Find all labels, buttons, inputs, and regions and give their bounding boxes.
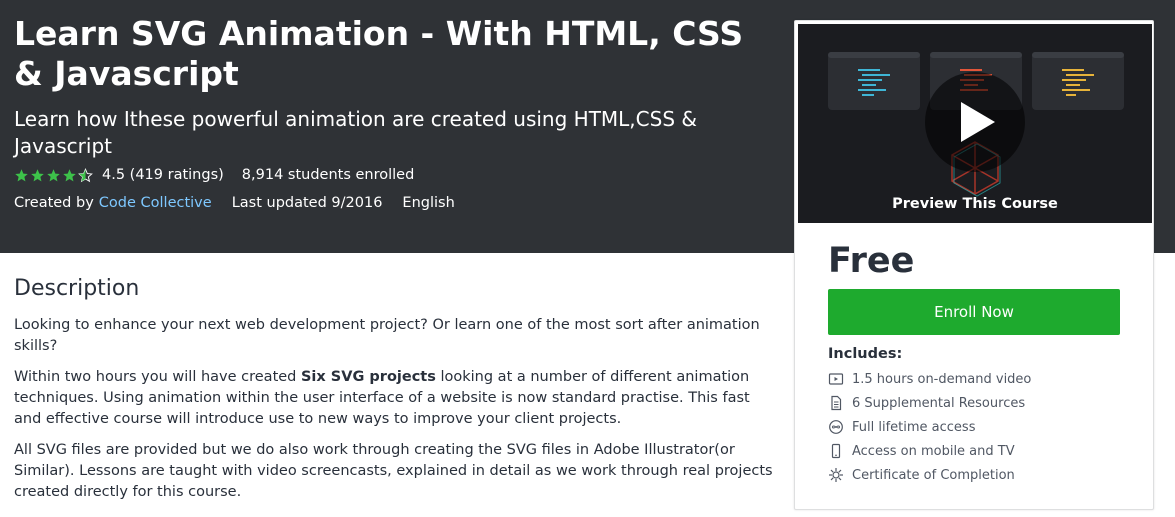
enroll-button[interactable]: Enroll Now [828, 289, 1120, 335]
rating-stars [14, 167, 94, 183]
purchase-card: Preview This Course Free Enroll Now Incl… [794, 20, 1154, 510]
course-price: Free [828, 241, 915, 281]
course-subtitle: Learn how Ithese powerful animation are … [14, 107, 697, 158]
course-preview[interactable]: Preview This Course [798, 24, 1152, 223]
course-language: English [402, 195, 455, 211]
star-icon [15, 168, 28, 181]
students-enrolled: 8,914 students enrolled [241, 167, 415, 183]
include-label: 1.5 hours on-demand video [852, 371, 1032, 387]
course-title: Learn SVG Animation - With HTML, CSS & J… [14, 14, 744, 93]
star-icon [47, 168, 60, 181]
include-label: Access on mobile and TV [852, 443, 1015, 459]
preview-label[interactable]: Preview This Course [798, 196, 1152, 212]
description-bold-text: Six SVG projects [300, 369, 436, 385]
rating-row: 4.5 (419 ratings) 8,914 students enrolle… [14, 165, 414, 185]
star-half-icon [78, 167, 93, 182]
rating-value: 4.5 (419 ratings) [102, 167, 224, 183]
description-paragraph: Looking to enhance your next web develop… [14, 317, 760, 354]
list-item: Certificate of Completion [828, 463, 1031, 487]
infinity-icon [829, 420, 843, 434]
list-item: 1.5 hours on-demand video [828, 367, 1031, 391]
description-paragraph: Within two hours you will have created S… [14, 367, 774, 430]
file-icon [831, 395, 842, 411]
certificate-icon [829, 468, 843, 482]
star-icon [31, 168, 44, 181]
preview-thumbnail [828, 52, 1124, 197]
includes-title: Includes: [828, 346, 903, 362]
description-paragraph: All SVG files are provided but we do als… [14, 442, 773, 500]
list-item: 6 Supplemental Resources [828, 391, 1031, 415]
mobile-icon [831, 443, 841, 459]
author-link[interactable]: Code Collective [99, 195, 212, 211]
star-icon [63, 168, 76, 181]
includes-list: 1.5 hours on-demand video 6 Supplemental… [828, 367, 1031, 487]
created-by-label: Created by [14, 195, 94, 211]
include-label: Certificate of Completion [852, 467, 1015, 483]
list-item: Access on mobile and TV [828, 439, 1031, 463]
last-updated: Last updated 9/2016 [231, 195, 383, 211]
video-icon [828, 373, 844, 385]
course-meta: Created by Code Collective Last updated … [14, 192, 455, 214]
description-title: Description [14, 276, 140, 301]
description-body: Looking to enhance your next web develop… [14, 315, 774, 513]
include-label: 6 Supplemental Resources [852, 395, 1026, 411]
include-label: Full lifetime access [852, 419, 976, 435]
list-item: Full lifetime access [828, 415, 1031, 439]
description-text: Within two hours you will have created [14, 369, 301, 385]
